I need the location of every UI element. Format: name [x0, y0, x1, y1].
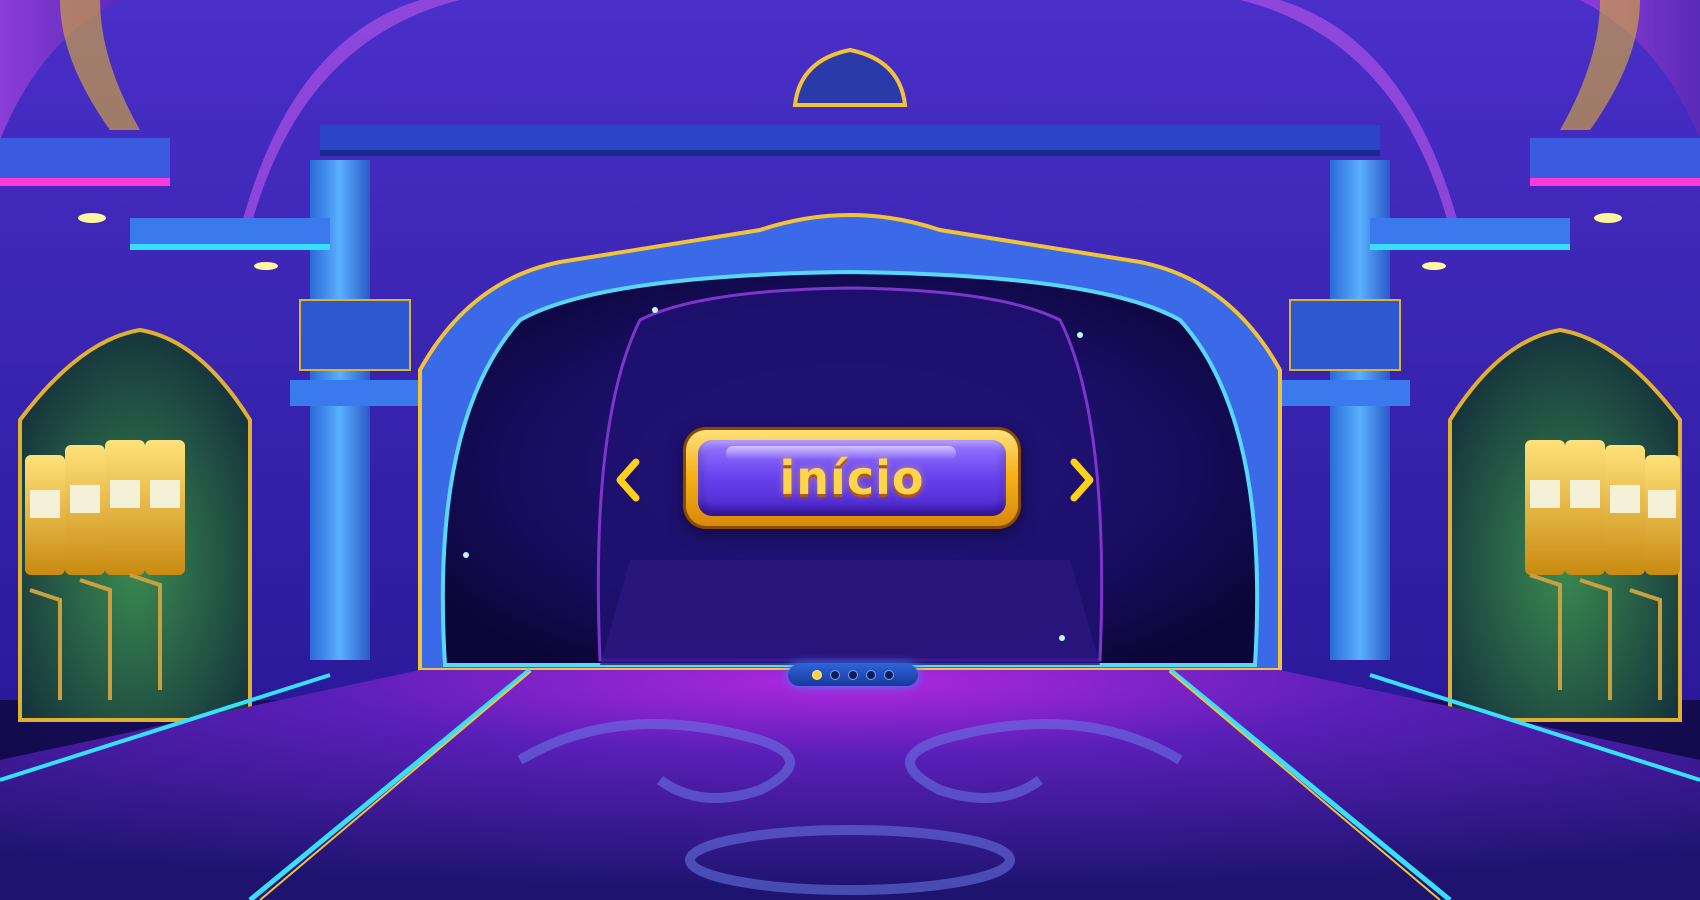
page-dot[interactable]: [848, 670, 858, 680]
chevron-left-icon: [616, 458, 640, 502]
page-dot[interactable]: [812, 670, 822, 680]
page-indicator: [788, 664, 918, 686]
start-button[interactable]: início: [686, 430, 1018, 526]
page-dot[interactable]: [866, 670, 876, 680]
page-dot[interactable]: [830, 670, 840, 680]
start-button-label: início: [779, 451, 925, 505]
chevron-right-icon: [1070, 458, 1094, 502]
next-arrow-button[interactable]: [1062, 456, 1102, 504]
previous-arrow-button[interactable]: [608, 456, 648, 504]
page-dot[interactable]: [884, 670, 894, 680]
lobby-scene: início: [0, 0, 1700, 900]
